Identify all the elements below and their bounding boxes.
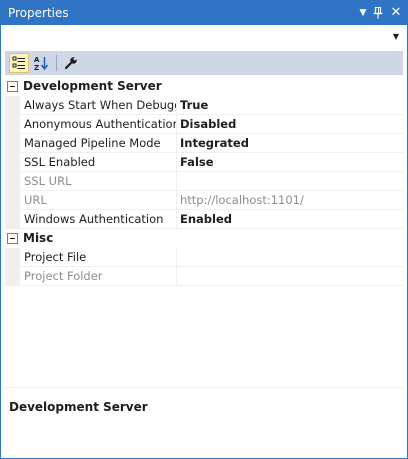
property-row[interactable]: Windows Authentication Enabled bbox=[5, 210, 403, 229]
property-name: Anonymous Authentication bbox=[24, 117, 176, 131]
property-name: Windows Authentication bbox=[24, 212, 164, 226]
collapse-icon[interactable] bbox=[7, 81, 18, 92]
property-name: SSL Enabled bbox=[24, 155, 96, 169]
column-divider[interactable] bbox=[176, 134, 177, 153]
row-gutter bbox=[5, 191, 20, 210]
column-divider[interactable] bbox=[176, 153, 177, 172]
triangle-down-icon[interactable]: ▼ bbox=[356, 5, 370, 21]
column-divider[interactable] bbox=[176, 96, 177, 115]
property-row[interactable]: Project File bbox=[5, 248, 403, 267]
category-row[interactable]: Misc bbox=[5, 229, 403, 248]
category-label: Misc bbox=[23, 231, 54, 245]
property-value: http://localhost:1101/ bbox=[180, 193, 304, 207]
property-row[interactable]: Always Start When Debugging True bbox=[5, 96, 403, 115]
column-divider[interactable] bbox=[176, 191, 177, 210]
property-row[interactable]: URL http://localhost:1101/ bbox=[5, 191, 403, 210]
close-icon[interactable]: ✕ bbox=[389, 5, 403, 21]
property-value[interactable]: True bbox=[180, 98, 400, 113]
column-divider[interactable] bbox=[176, 210, 177, 229]
description-splitter[interactable] bbox=[5, 387, 403, 388]
property-pages-button[interactable] bbox=[61, 53, 81, 73]
row-gutter bbox=[5, 210, 20, 229]
svg-text:A: A bbox=[34, 56, 40, 64]
collapse-icon[interactable] bbox=[7, 233, 18, 244]
property-value[interactable] bbox=[180, 250, 400, 265]
categorized-button[interactable] bbox=[9, 53, 29, 73]
object-selector[interactable]: ▼ bbox=[5, 27, 403, 47]
property-row[interactable]: Anonymous Authentication Disabled bbox=[5, 115, 403, 134]
title-bar[interactable]: Properties ▼ ✕ bbox=[1, 1, 407, 25]
chevron-down-icon[interactable]: ▼ bbox=[393, 32, 399, 41]
property-name: Project Folder bbox=[24, 269, 103, 283]
pin-icon[interactable] bbox=[371, 5, 385, 21]
category-row[interactable]: Development Server bbox=[5, 77, 403, 96]
description-title: Development Server bbox=[9, 400, 148, 414]
window-title: Properties bbox=[8, 6, 69, 20]
property-name: Managed Pipeline Mode bbox=[24, 136, 161, 150]
column-divider[interactable] bbox=[176, 172, 177, 191]
property-name: Project File bbox=[24, 250, 87, 264]
property-grid: Development Server Always Start When Debu… bbox=[5, 77, 403, 385]
property-value bbox=[180, 174, 400, 189]
wrench-icon bbox=[64, 57, 77, 70]
property-name: SSL URL bbox=[24, 174, 72, 188]
column-divider[interactable] bbox=[176, 248, 177, 267]
property-value[interactable]: Disabled bbox=[180, 117, 400, 132]
property-row[interactable]: Managed Pipeline Mode Integrated bbox=[5, 134, 403, 153]
row-gutter bbox=[5, 115, 20, 134]
row-gutter bbox=[5, 153, 20, 172]
row-gutter bbox=[5, 96, 20, 115]
description-panel: Development Server bbox=[5, 391, 403, 455]
property-row[interactable]: Project Folder bbox=[5, 267, 403, 286]
properties-window: Properties ▼ ✕ ▼ A Z Development Server … bbox=[0, 0, 408, 459]
property-value[interactable]: Enabled bbox=[180, 212, 400, 227]
property-row[interactable]: SSL URL bbox=[5, 172, 403, 191]
property-name: Always Start When Debugging bbox=[24, 98, 176, 112]
svg-text:Z: Z bbox=[34, 64, 39, 71]
column-divider[interactable] bbox=[176, 267, 177, 286]
column-divider[interactable] bbox=[176, 115, 177, 134]
categorized-icon bbox=[12, 56, 25, 69]
sort-az-icon: A Z bbox=[34, 56, 49, 71]
row-gutter bbox=[5, 134, 20, 153]
row-gutter bbox=[5, 267, 20, 286]
row-gutter bbox=[5, 172, 20, 191]
property-row[interactable]: SSL Enabled False bbox=[5, 153, 403, 172]
property-value[interactable]: False bbox=[180, 155, 400, 170]
category-label: Development Server bbox=[23, 79, 162, 93]
property-name: URL bbox=[24, 193, 47, 207]
alphabetical-button[interactable]: A Z bbox=[31, 53, 51, 73]
property-value bbox=[180, 269, 400, 284]
toolbar-separator bbox=[56, 55, 57, 71]
properties-toolbar: A Z bbox=[5, 51, 403, 75]
property-value[interactable]: Integrated bbox=[180, 136, 400, 151]
row-gutter bbox=[5, 248, 20, 267]
